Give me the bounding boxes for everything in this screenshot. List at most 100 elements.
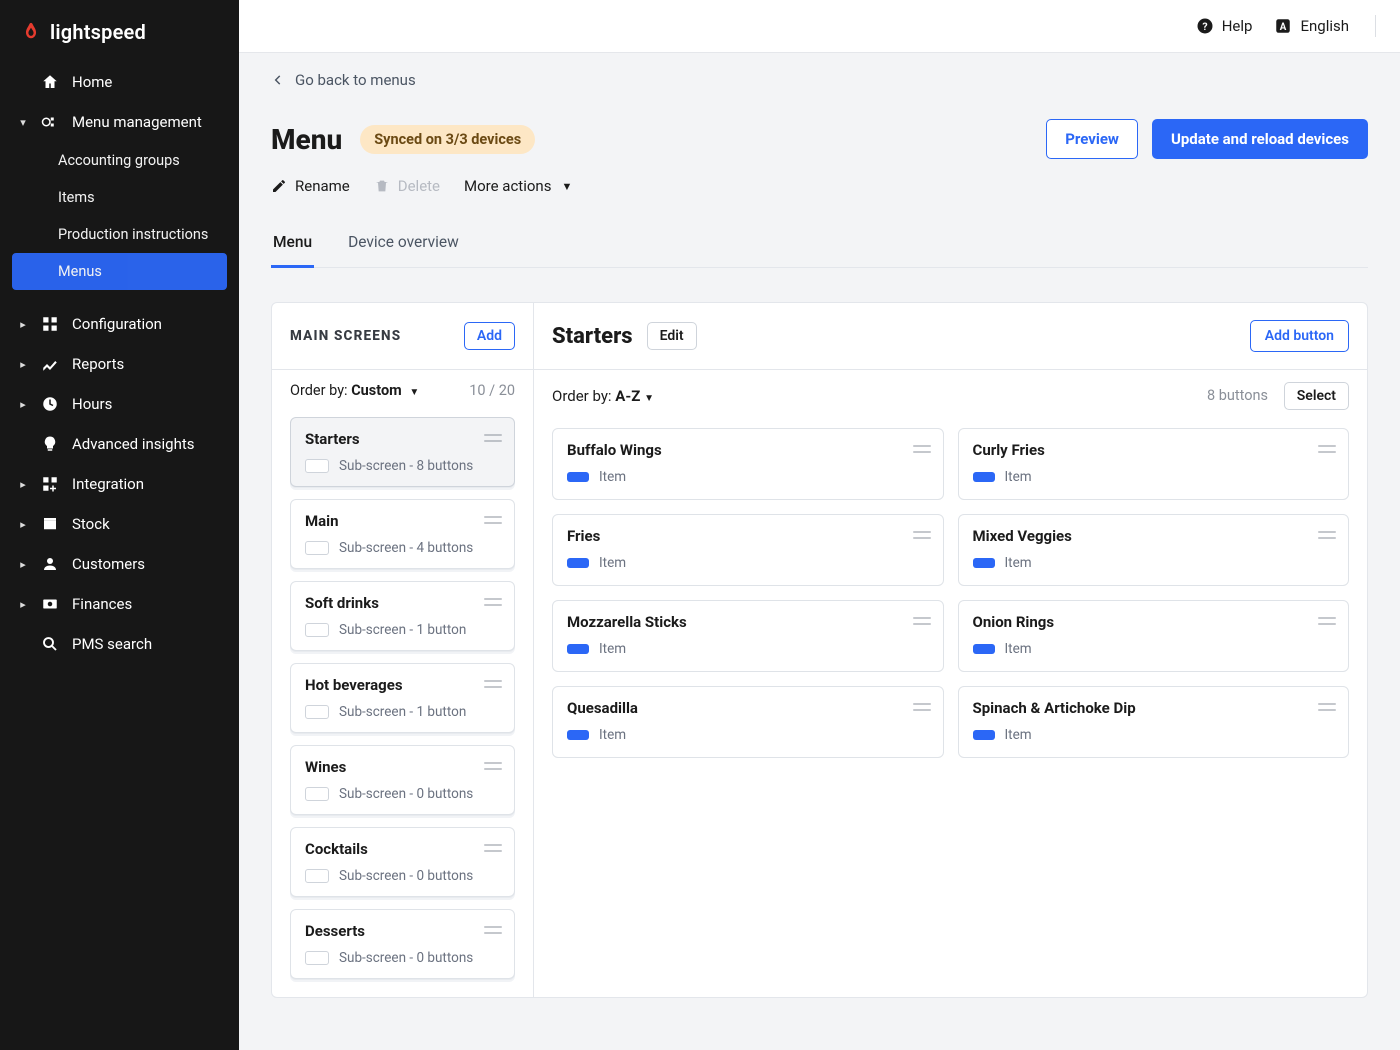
lightbulb-icon [40, 434, 60, 454]
drag-handle-icon[interactable] [1318, 701, 1336, 713]
screen-card[interactable]: CocktailsSub-screen - 0 buttons [290, 827, 515, 897]
color-swatch [305, 705, 329, 719]
brand: lightspeed [0, 14, 239, 62]
screen-card[interactable]: Hot beveragesSub-screen - 1 button [290, 663, 515, 733]
item-type-label: Item [599, 727, 626, 743]
nav-production-instructions[interactable]: Production instructions [0, 216, 239, 253]
nav-pms-search[interactable]: ▸ PMS search [0, 624, 239, 664]
screen-card[interactable]: StartersSub-screen - 8 buttons [290, 417, 515, 487]
sync-status-badge: Synced on 3/3 devices [360, 125, 535, 154]
chevron-down-icon: ▾ [18, 116, 28, 129]
tab-menu[interactable]: Menu [271, 223, 314, 268]
rename-label: Rename [295, 177, 350, 195]
right-order-by[interactable]: Order by: A-Z ▼ [552, 387, 654, 405]
drag-handle-icon[interactable] [1318, 443, 1336, 455]
drag-handle-icon[interactable] [484, 842, 502, 854]
nav-customers[interactable]: ▸ Customers [0, 544, 239, 584]
chevron-right-icon: ▸ [18, 518, 28, 531]
item-card[interactable]: Quesadilla Item [552, 686, 944, 758]
item-name: Curly Fries [973, 441, 1335, 459]
nav-hours[interactable]: ▸ Hours [0, 384, 239, 424]
user-icon [40, 554, 60, 574]
back-link[interactable]: Go back to menus [271, 71, 416, 89]
add-screen-button[interactable]: Add [464, 322, 515, 350]
nav-configuration[interactable]: ▸ Configuration [0, 304, 239, 344]
item-name: Quesadilla [567, 699, 929, 717]
more-actions-dropdown[interactable]: More actions ▼ [464, 177, 572, 195]
nav-advanced-insights[interactable]: ▸ Advanced insights [0, 424, 239, 464]
svg-text:?: ? [1202, 20, 1207, 33]
item-type-label: Item [1005, 555, 1032, 571]
item-type-label: Item [1005, 727, 1032, 743]
drag-handle-icon[interactable] [913, 529, 931, 541]
item-card[interactable]: Mixed VeggiesItem [958, 514, 1350, 586]
item-card[interactable]: Curly FriesItem [958, 428, 1350, 500]
screen-card[interactable]: WinesSub-screen - 0 buttons [290, 745, 515, 815]
drag-handle-icon[interactable] [913, 443, 931, 455]
main-screens-heading: MAIN SCREENS [290, 328, 401, 344]
screen-name: Cocktails [305, 840, 500, 858]
nav-items[interactable]: Items [0, 179, 239, 216]
item-card[interactable]: FriesItem [552, 514, 944, 586]
drag-handle-icon[interactable] [913, 701, 931, 713]
nav-home[interactable]: ▸ Home [0, 62, 239, 102]
item-card[interactable]: Onion RingsItem [958, 600, 1350, 672]
nav-stock[interactable]: ▸ Stock [0, 504, 239, 544]
nav-menus[interactable]: Menus [12, 253, 227, 290]
drag-handle-icon[interactable] [484, 760, 502, 772]
nav-finances[interactable]: ▸ Finances [0, 584, 239, 624]
brand-name: lightspeed [50, 20, 146, 44]
nav-finances-label: Finances [72, 595, 132, 613]
drag-handle-icon[interactable] [484, 514, 502, 526]
brand-logo-icon [20, 21, 42, 43]
chevron-right-icon: ▸ [18, 598, 28, 611]
topbar: ? Help A English [239, 0, 1400, 53]
screen-card[interactable]: DessertsSub-screen - 0 buttons [290, 909, 515, 979]
add-item-button[interactable]: Add button [1250, 320, 1349, 352]
help-link[interactable]: ? Help [1196, 17, 1253, 35]
select-button[interactable]: Select [1284, 382, 1349, 410]
grid-icon [40, 314, 60, 334]
nav-menu-management[interactable]: ▾ Menu management [0, 102, 239, 142]
delete-label: Delete [398, 177, 440, 195]
rename-action[interactable]: Rename [271, 177, 350, 195]
nav-integration[interactable]: ▸ Integration [0, 464, 239, 504]
help-label: Help [1222, 17, 1253, 35]
item-color-chip [567, 730, 589, 740]
item-card[interactable]: Spinach & Artichoke Dip Item [958, 686, 1350, 758]
drag-handle-icon[interactable] [484, 924, 502, 936]
drag-handle-icon[interactable] [484, 432, 502, 444]
update-reload-button[interactable]: Update and reload devices [1152, 119, 1368, 159]
item-card[interactable]: Mozzarella SticksItem [552, 600, 944, 672]
nav-reports-label: Reports [72, 355, 124, 373]
item-name: Onion Rings [973, 613, 1335, 631]
nav-reports[interactable]: ▸ Reports [0, 344, 239, 384]
screen-name: Soft drinks [305, 594, 500, 612]
chevron-right-icon: ▸ [18, 318, 28, 331]
drag-handle-icon[interactable] [1318, 529, 1336, 541]
items-grid: Buffalo WingsItemCurly FriesItemFriesIte… [534, 428, 1367, 776]
edit-screen-button[interactable]: Edit [647, 322, 697, 350]
drag-handle-icon[interactable] [1318, 615, 1336, 627]
item-name: Mozzarella Sticks [567, 613, 929, 631]
item-name: Spinach & Artichoke Dip [973, 699, 1335, 717]
item-card[interactable]: Buffalo WingsItem [552, 428, 944, 500]
drag-handle-icon[interactable] [484, 596, 502, 608]
clipboard-icon [40, 112, 60, 132]
item-name: Fries [567, 527, 929, 545]
left-order-by[interactable]: Order by: Custom ▼ [290, 382, 419, 399]
language-selector[interactable]: A English [1274, 17, 1349, 35]
tab-device-overview[interactable]: Device overview [346, 223, 461, 268]
item-type-label: Item [599, 469, 626, 485]
drag-handle-icon[interactable] [484, 678, 502, 690]
screen-card[interactable]: Soft drinksSub-screen - 1 button [290, 581, 515, 651]
caret-down-icon: ▼ [644, 393, 654, 404]
nav-accounting-groups[interactable]: Accounting groups [0, 142, 239, 179]
screen-card[interactable]: MainSub-screen - 4 buttons [290, 499, 515, 569]
screen-name: Main [305, 512, 500, 530]
preview-button[interactable]: Preview [1046, 119, 1138, 159]
screen-meta: Sub-screen - 0 buttons [339, 950, 473, 966]
finance-icon [40, 594, 60, 614]
drag-handle-icon[interactable] [913, 615, 931, 627]
screen-name: Starters [305, 430, 500, 448]
